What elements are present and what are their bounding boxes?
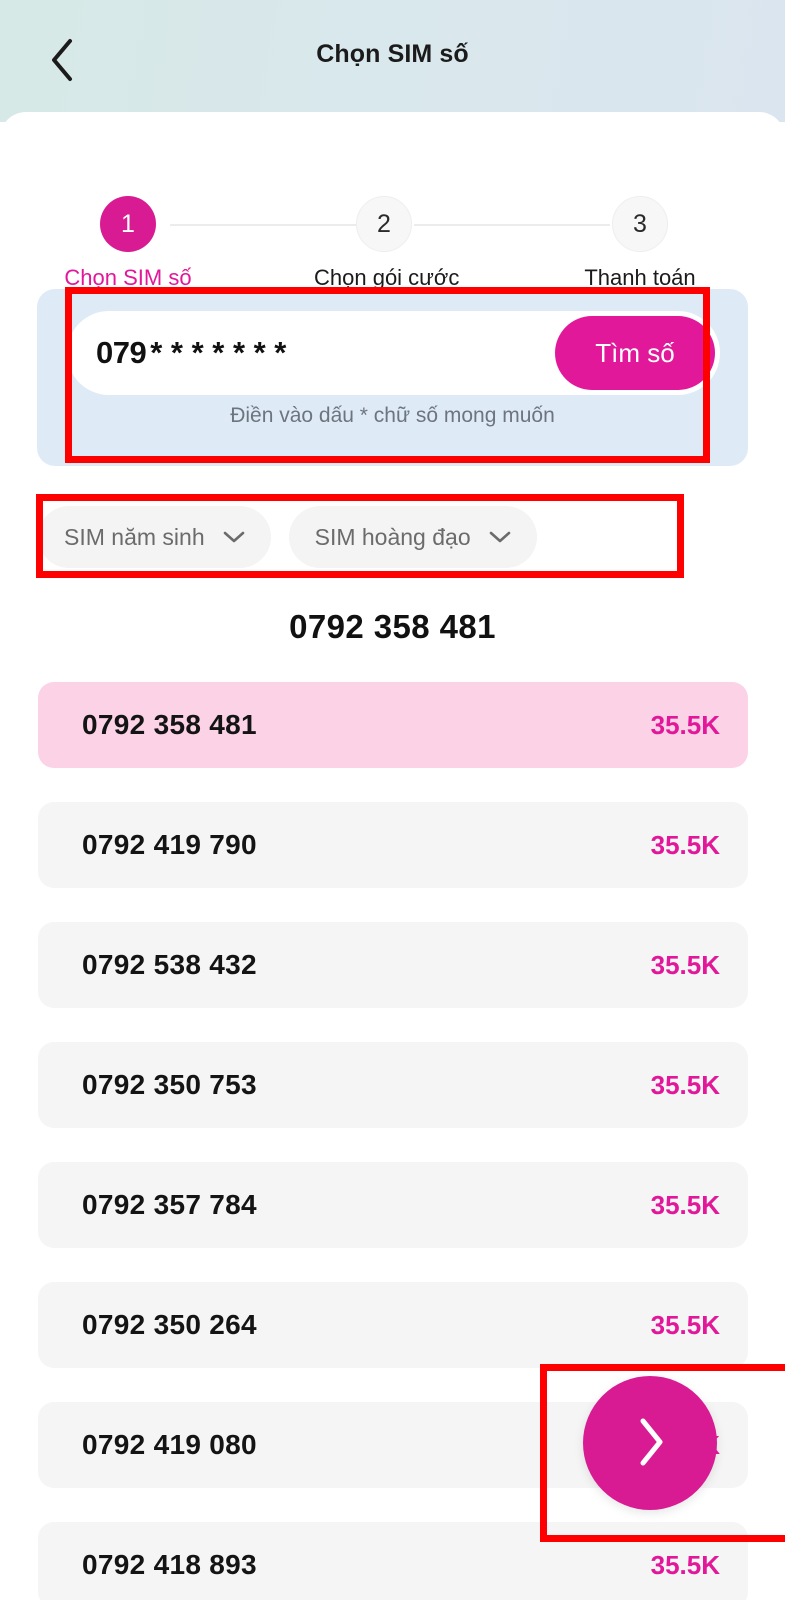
page-title: Chọn SIM số xyxy=(316,40,469,68)
sim-price: 35.5K xyxy=(650,1309,720,1340)
sim-price: 35.5K xyxy=(650,829,720,860)
sim-number: 0792 419 790 xyxy=(82,829,257,860)
sim-wildcards: * * * * * * * xyxy=(150,335,287,370)
sim-number: 0792 350 264 xyxy=(82,1309,257,1340)
table-row[interactable]: 0792 419 790 35.5K xyxy=(38,802,748,888)
sim-number: 0792 419 080 xyxy=(82,1429,257,1460)
chevron-down-icon xyxy=(489,530,511,544)
sim-prefix: 079 xyxy=(96,335,147,370)
filter-chip-zodiac-label: SIM hoàng đạo xyxy=(314,523,471,550)
chevron-right-icon xyxy=(633,1416,667,1471)
sim-price: 35.5K xyxy=(650,1549,720,1580)
stepper-step-1-label: Chọn SIM số xyxy=(64,265,192,290)
stepper-step-2-number: 2 xyxy=(356,196,412,252)
stepper-step-3[interactable]: 3 Thanh toán xyxy=(570,154,710,291)
selected-sim-heading: 0792 358 481 xyxy=(289,608,496,645)
sim-number: 0792 357 784 xyxy=(82,1189,257,1220)
stepper-step-3-label: Thanh toán xyxy=(584,265,696,290)
search-hint-text: Điền vào dấu * chữ số mong muốn xyxy=(230,404,555,427)
sim-number: 0792 350 753 xyxy=(82,1069,257,1100)
filter-chip-group: SIM năm sinh SIM hoàng đạo xyxy=(38,506,738,568)
sim-search-panel: 079 * * * * * * * Tìm số Điền vào dấu * … xyxy=(37,289,748,466)
table-row[interactable]: 0792 350 753 35.5K xyxy=(38,1042,748,1128)
next-step-button[interactable] xyxy=(583,1376,717,1510)
progress-stepper: 1 Chọn SIM số 2 Chọn gói cước 3 Thanh to… xyxy=(0,154,785,290)
sim-number: 0792 538 432 xyxy=(82,949,257,980)
sim-search-bar[interactable]: 079 * * * * * * * Tìm số xyxy=(67,311,720,395)
content-sheet: 1 Chọn SIM số 2 Chọn gói cước 3 Thanh to… xyxy=(0,112,785,1600)
search-button[interactable]: Tìm số xyxy=(555,316,715,390)
stepper-step-2[interactable]: 2 Chọn gói cước xyxy=(314,154,460,291)
sim-number: 0792 358 481 xyxy=(82,709,257,740)
filter-chip-birth-year-label: SIM năm sinh xyxy=(64,523,205,550)
table-row[interactable]: 0792 418 893 35.5K xyxy=(38,1522,748,1600)
filter-chip-birth-year[interactable]: SIM năm sinh xyxy=(38,506,271,568)
screen-root: Chọn SIM số 1 Chọn SIM số 2 Chọn gói cướ… xyxy=(0,0,785,1600)
table-row[interactable]: 0792 538 432 35.5K xyxy=(38,922,748,1008)
table-row[interactable]: 0792 358 481 35.5K xyxy=(38,682,748,768)
table-row[interactable]: 0792 357 784 35.5K xyxy=(38,1162,748,1248)
chevron-down-icon xyxy=(223,530,245,544)
filter-chip-zodiac[interactable]: SIM hoàng đạo xyxy=(288,506,537,568)
sim-number: 0792 418 893 xyxy=(82,1549,257,1580)
sim-price: 35.5K xyxy=(650,1069,720,1100)
sim-price: 35.5K xyxy=(650,1189,720,1220)
stepper-step-1-number: 1 xyxy=(100,196,156,252)
sim-price: 35.5K xyxy=(650,709,720,740)
stepper-step-1[interactable]: 1 Chọn SIM số xyxy=(58,154,198,291)
stepper-step-2-label: Chọn gói cước xyxy=(314,265,460,290)
stepper-step-3-number: 3 xyxy=(612,196,668,252)
sim-pattern-input[interactable]: 079 * * * * * * * xyxy=(96,335,555,371)
app-header: Chọn SIM số xyxy=(0,0,785,122)
table-row[interactable]: 0792 350 264 35.5K xyxy=(38,1282,748,1368)
sim-price: 35.5K xyxy=(650,949,720,980)
